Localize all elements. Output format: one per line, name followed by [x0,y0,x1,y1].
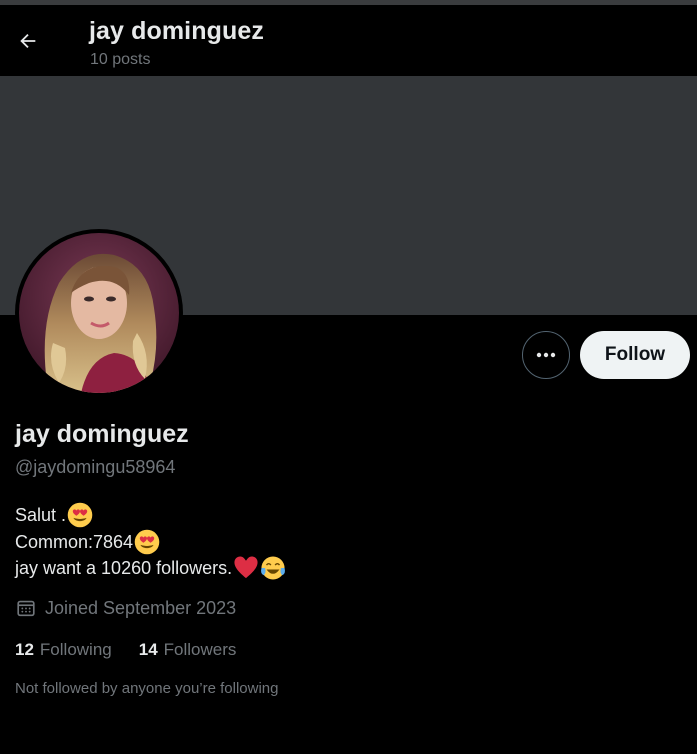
follow-stats: 12 Following 14 Followers [15,640,263,660]
profile-header-bar: jay dominguez 10 posts [0,5,697,76]
red-heart-icon [234,556,258,579]
follow-button[interactable]: Follow [580,331,690,379]
more-dots-icon [536,352,556,358]
joined-text: Joined September 2023 [45,597,237,618]
tears-of-joy-emoji-icon [261,556,286,580]
arrow-left-icon [20,33,36,49]
bio-text-2: Common:7864 [15,531,134,552]
avatar[interactable] [15,229,183,397]
bio-text-1: Salut . [15,505,67,525]
followers-link[interactable]: 14 Followers [139,640,237,660]
bio-text-3: jay want a 10260 followers. [15,558,233,578]
following-link[interactable]: 12 Following [15,640,112,660]
more-options-button[interactable] [522,331,570,379]
joined-date: Joined September 2023 [15,597,236,619]
header-title: jay dominguez [89,17,264,45]
heart-eyes-emoji-icon [134,529,160,555]
bio-line-1: Salut . [15,502,286,529]
posts-count: 10 posts [90,51,151,68]
back-button[interactable] [10,23,46,59]
calendar-icon [17,600,35,617]
following-count: 12 [15,640,34,659]
display-name: jay dominguez [15,420,189,448]
following-label: Following [39,640,112,659]
bio-line-3: jay want a 10260 followers. [15,555,286,582]
avatar-photo [19,233,179,393]
followers-label: Followers [163,640,237,659]
heart-eyes-emoji-icon [67,502,93,528]
user-handle: @jaydomingu58964 [15,457,176,477]
bio-line-2: Common:7864 [15,529,286,556]
followers-count: 14 [138,640,158,659]
profile-bio: Salut . Common:7864 jay want a 10260 fol… [15,502,286,582]
not-followed-notice: Not followed by anyone you’re following [15,680,279,697]
